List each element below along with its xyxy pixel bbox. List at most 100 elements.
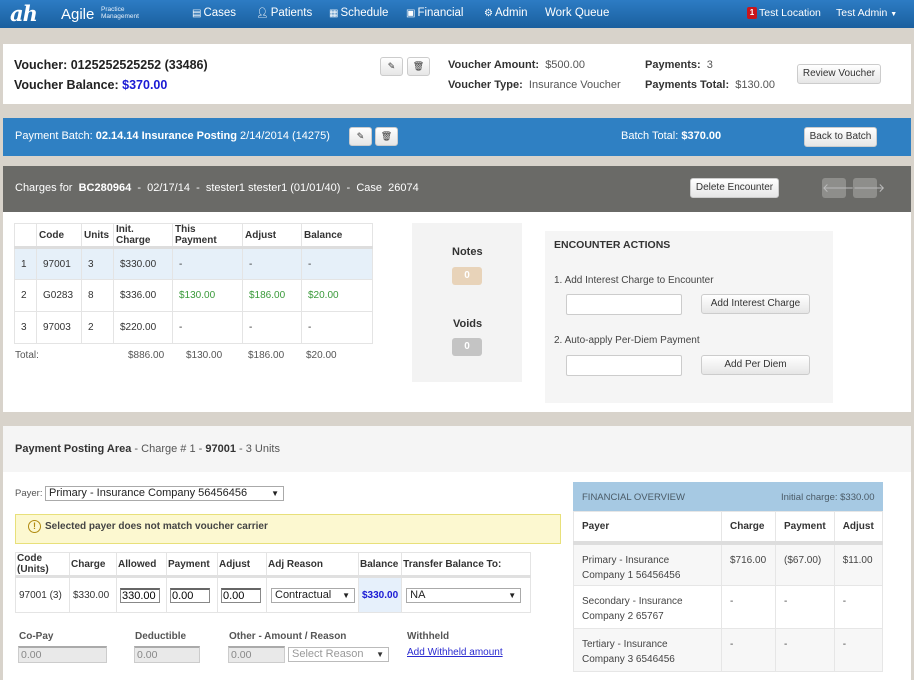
nav-admin[interactable]: ⚙ Admin — [484, 7, 528, 19]
trash-icon: 🗑︎ — [380, 131, 393, 141]
payer-select[interactable]: Primary - Insurance Company 56456456 ▼ — [45, 486, 284, 501]
adjust-input[interactable] — [221, 587, 261, 603]
charge-code: 97003 — [36, 311, 82, 344]
next-encounter-button[interactable]: 🡒 — [853, 178, 885, 198]
trash-icon: 🗑︎ — [412, 61, 425, 71]
charge-balance: $20.00 — [301, 279, 373, 312]
nav-cases[interactable]: ▤ Cases — [192, 7, 236, 19]
voucher-panel — [3, 44, 911, 104]
total-balance: $20.00 — [306, 350, 337, 361]
voids-count-badge[interactable]: 0 — [452, 338, 482, 356]
col-adj-reason: Adj Reason — [266, 552, 359, 578]
allowed-cell — [116, 576, 167, 613]
other-amount-input[interactable] — [228, 646, 285, 663]
nav-financial[interactable]: ▣ Financial — [406, 7, 463, 19]
financial-overview-title: FINANCIAL OVERVIEW — [582, 492, 685, 503]
charge-row[interactable]: 2 G0283 8 $336.00 $130.00 $186.00 $20.00 — [14, 279, 373, 312]
payments-count: Payments: 3 — [645, 59, 713, 71]
brand-sub-line-2: Management — [101, 13, 139, 20]
nav-admin-label: Admin — [494, 7, 528, 19]
nav-patients[interactable]: 👤︎ Patients — [256, 7, 312, 19]
payments-total: Payments Total: $130.00 — [645, 79, 775, 91]
voucher-amount-label: Voucher Amount: — [448, 59, 540, 71]
app-logo[interactable]: ah — [10, 1, 38, 26]
charge-code: G0283 — [36, 279, 82, 312]
posting-code: 97001 (3) — [15, 576, 70, 613]
delete-voucher-button[interactable]: 🗑︎ — [407, 57, 430, 76]
delete-encounter-button[interactable]: Delete Encounter — [690, 178, 779, 198]
chevron-down-icon: ▼ — [342, 591, 350, 600]
review-voucher-button[interactable]: Review Voucher — [797, 64, 881, 84]
payer-adjust: - — [833, 585, 884, 629]
payer-charge: - — [721, 585, 776, 629]
other-reason-select[interactable]: Select Reason ▼ — [288, 647, 389, 662]
prev-encounter-button[interactable]: 🡐 — [822, 178, 854, 198]
other-label: Other - Amount / Reason — [229, 631, 347, 642]
nav-patients-label: Patients — [270, 7, 313, 19]
add-withheld-link[interactable]: Add Withheld amount — [407, 647, 503, 658]
transfer-balance-select[interactable]: NA ▼ — [406, 588, 522, 603]
adj-reason-select[interactable]: Contractual ▼ — [271, 588, 355, 603]
interest-charge-label: 1. Add Interest Charge to Encounter — [554, 275, 714, 286]
payments-total-value: $130.00 — [735, 79, 776, 91]
charge-payment: - — [172, 247, 243, 280]
col-payment: Payment — [775, 511, 835, 545]
case-number: 26074 — [388, 182, 419, 194]
separator: - — [137, 182, 141, 194]
financial-overview-table-header: Payer Charge Payment Adjust — [573, 511, 884, 545]
charge-adjust: - — [242, 247, 302, 280]
posting-table-header: Code (Units) Charge Allowed Payment Adju… — [15, 552, 531, 578]
posting-row: 97001 (3) $330.00 Contractual ▼ $330.00 N… — [15, 576, 531, 613]
charge-row[interactable]: 1 97001 3 $330.00 - - - — [14, 247, 373, 280]
allowed-input[interactable] — [120, 587, 160, 603]
notification-badge[interactable]: 1 — [747, 7, 757, 19]
edit-voucher-button[interactable]: ✎ — [380, 57, 403, 76]
col-balance: Balance — [301, 223, 373, 249]
back-to-batch-button[interactable]: Back to Batch — [804, 127, 877, 147]
voucher-type-value: Insurance Voucher — [528, 79, 621, 91]
payer-adjust: - — [833, 628, 884, 672]
voucher-type: Voucher Type: Insurance Voucher — [448, 79, 621, 91]
charge-balance: - — [301, 247, 373, 280]
col-code-units: Code (Units) — [15, 552, 70, 578]
nav-work-queue[interactable]: Work Queue — [545, 7, 609, 19]
charge-adjust: $186.00 — [242, 279, 302, 312]
charge-init: $336.00 — [113, 279, 173, 312]
chart-icon: ▣ — [406, 8, 416, 19]
delete-batch-button[interactable]: 🗑︎ — [375, 127, 398, 146]
payment-cell — [166, 576, 218, 613]
deductible-label: Deductible — [135, 631, 187, 642]
per-diem-input[interactable] — [566, 355, 682, 376]
case-label: Case — [356, 182, 382, 194]
charge-row[interactable]: 3 97003 2 $220.00 - - - — [14, 311, 373, 344]
payments-label: Payments: — [645, 59, 701, 71]
user-menu[interactable]: Test Admin ▼ — [836, 7, 897, 19]
location-selector[interactable]: Test Location — [759, 7, 821, 19]
other-reason-placeholder: Select Reason — [292, 648, 364, 660]
voucher-balance-value: $370.00 — [122, 78, 168, 92]
col-payment: Payment — [166, 552, 218, 578]
add-per-diem-button[interactable]: Add Per Diem — [701, 355, 810, 375]
voucher-balance: Voucher Balance: $370.00 — [14, 78, 167, 92]
payment-input[interactable] — [170, 587, 210, 603]
col-init-charge: Init. Charge — [113, 223, 173, 249]
charge-init: $220.00 — [113, 311, 173, 344]
deductible-input[interactable] — [134, 646, 200, 663]
nav-schedule[interactable]: ▦ Schedule — [329, 7, 388, 19]
payer-payment: ($67.00) — [775, 542, 835, 586]
interest-charge-input[interactable] — [566, 294, 682, 315]
totals-label: Total: — [15, 350, 39, 361]
payer-name: Secondary - Insurance Company 2 65767 — [573, 585, 722, 629]
voucher-id: Voucher: 0125252525252 (33486) — [14, 58, 208, 72]
user-name: Test Admin — [836, 7, 888, 19]
col-index — [14, 223, 37, 249]
add-interest-charge-button[interactable]: Add Interest Charge — [701, 294, 810, 314]
edit-batch-button[interactable]: ✎ — [349, 127, 372, 146]
copay-input[interactable] — [18, 646, 107, 663]
col-balance: Balance — [357, 552, 403, 578]
notes-count-badge[interactable]: 0 — [452, 267, 482, 285]
voids-label: Voids — [453, 318, 483, 330]
financial-overview-table: Payer Charge Payment Adjust Primary - In… — [573, 511, 884, 672]
col-adjust: Adjust — [833, 511, 884, 545]
voucher-amount: Voucher Amount: $500.00 — [448, 59, 585, 71]
